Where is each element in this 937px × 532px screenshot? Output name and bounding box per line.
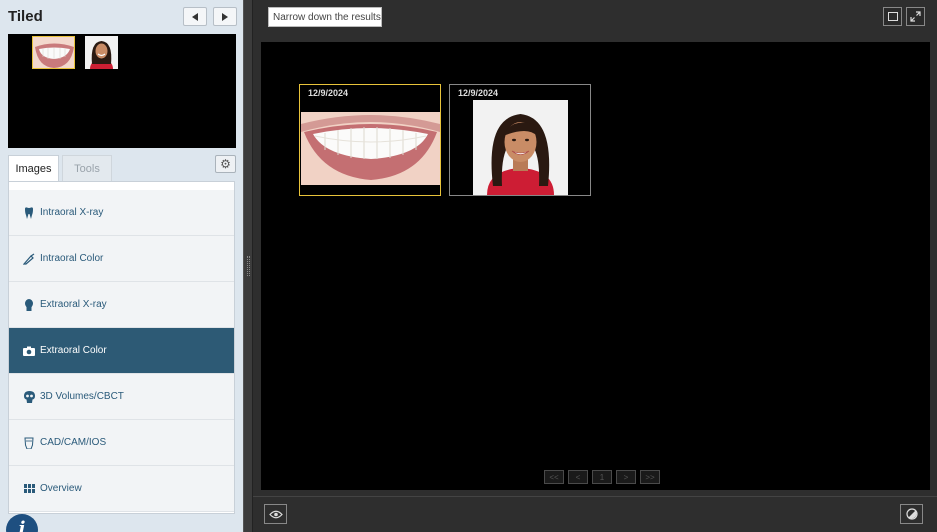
crown-icon [23, 437, 35, 449]
contrast-button[interactable] [900, 504, 923, 524]
category-intraoral-color[interactable]: Intraoral Color [9, 236, 234, 282]
smile-thumbnail-image [33, 37, 74, 68]
bottom-toolbar [253, 496, 937, 532]
thumbnail-strip [8, 34, 236, 148]
panel-splitter[interactable] [243, 0, 253, 532]
single-view-button[interactable] [883, 7, 902, 26]
next-page-button[interactable]: > [616, 470, 636, 484]
previous-button[interactable] [183, 7, 207, 26]
image-viewer-panel: Narrow down the results 12/9/2024 12/9/2… [253, 0, 937, 532]
expand-icon [910, 11, 921, 22]
category-label: Intraoral Color [40, 253, 104, 264]
category-label: Extraoral Color [40, 345, 107, 356]
category-list: Intraoral X-ray Intraoral Color Extraora… [8, 181, 235, 514]
visibility-toggle-button[interactable] [264, 504, 287, 524]
category-label: Extraoral X-ray [40, 299, 107, 310]
thumbnail-portrait[interactable] [85, 36, 118, 69]
category-extraoral-color[interactable]: Extraoral Color [9, 328, 234, 374]
arrow-left-icon [192, 12, 198, 21]
contrast-icon [905, 508, 918, 520]
square-icon [887, 12, 898, 21]
info-icon: i [18, 518, 26, 532]
category-intraoral-xray[interactable]: Intraoral X-ray [9, 190, 234, 236]
category-extraoral-xray[interactable]: Extraoral X-ray [9, 282, 234, 328]
smile-photo [301, 112, 440, 185]
grid-icon [23, 483, 35, 495]
settings-button[interactable]: ⚙ [215, 155, 236, 173]
head-silhouette-icon [23, 298, 35, 311]
camera-icon [23, 345, 35, 357]
page-number-button[interactable]: 1 [592, 470, 612, 484]
category-3d-volumes[interactable]: 3D Volumes/CBCT [9, 374, 234, 420]
image-tile-portrait[interactable]: 12/9/2024 [449, 84, 591, 196]
gear-icon: ⚙ [220, 157, 231, 171]
category-label: Overview [40, 483, 82, 494]
image-date: 12/9/2024 [458, 88, 499, 98]
category-label: CAD/CAM/IOS [40, 437, 107, 448]
filter-input[interactable]: Narrow down the results [268, 7, 382, 27]
left-panel: Tiled Images Tools ⚙ Intraoral X-ray Int… [0, 0, 243, 532]
tooth-icon [23, 206, 35, 219]
skull-icon [23, 390, 35, 403]
tab-images[interactable]: Images [8, 155, 59, 182]
brush-icon [23, 253, 35, 265]
fullscreen-button[interactable] [906, 7, 925, 26]
next-button[interactable] [213, 7, 237, 26]
tab-tools[interactable]: Tools [62, 155, 112, 182]
category-label: 3D Volumes/CBCT [40, 391, 124, 402]
last-page-button[interactable]: >> [640, 470, 660, 484]
image-grid: 12/9/2024 12/9/2024 << < 1 > >> [261, 42, 930, 490]
portrait-photo [473, 100, 568, 195]
first-page-button[interactable]: << [544, 470, 564, 484]
splitter-grip-icon [247, 256, 250, 276]
eye-icon [268, 510, 283, 518]
left-panel-header: Tiled [0, 0, 243, 34]
category-label: Intraoral X-ray [40, 207, 104, 218]
info-button[interactable]: i [6, 514, 38, 532]
arrow-right-icon [222, 12, 228, 21]
portrait-thumbnail-image [85, 36, 118, 69]
category-cad-cam-ios[interactable]: CAD/CAM/IOS [9, 420, 234, 466]
image-tile-smile[interactable]: 12/9/2024 [299, 84, 441, 196]
thumbnail-smile[interactable] [32, 36, 75, 69]
panel-title: Tiled [8, 8, 43, 25]
image-date: 12/9/2024 [308, 88, 349, 98]
category-overview[interactable]: Overview [9, 466, 234, 512]
prev-page-button[interactable]: < [568, 470, 588, 484]
